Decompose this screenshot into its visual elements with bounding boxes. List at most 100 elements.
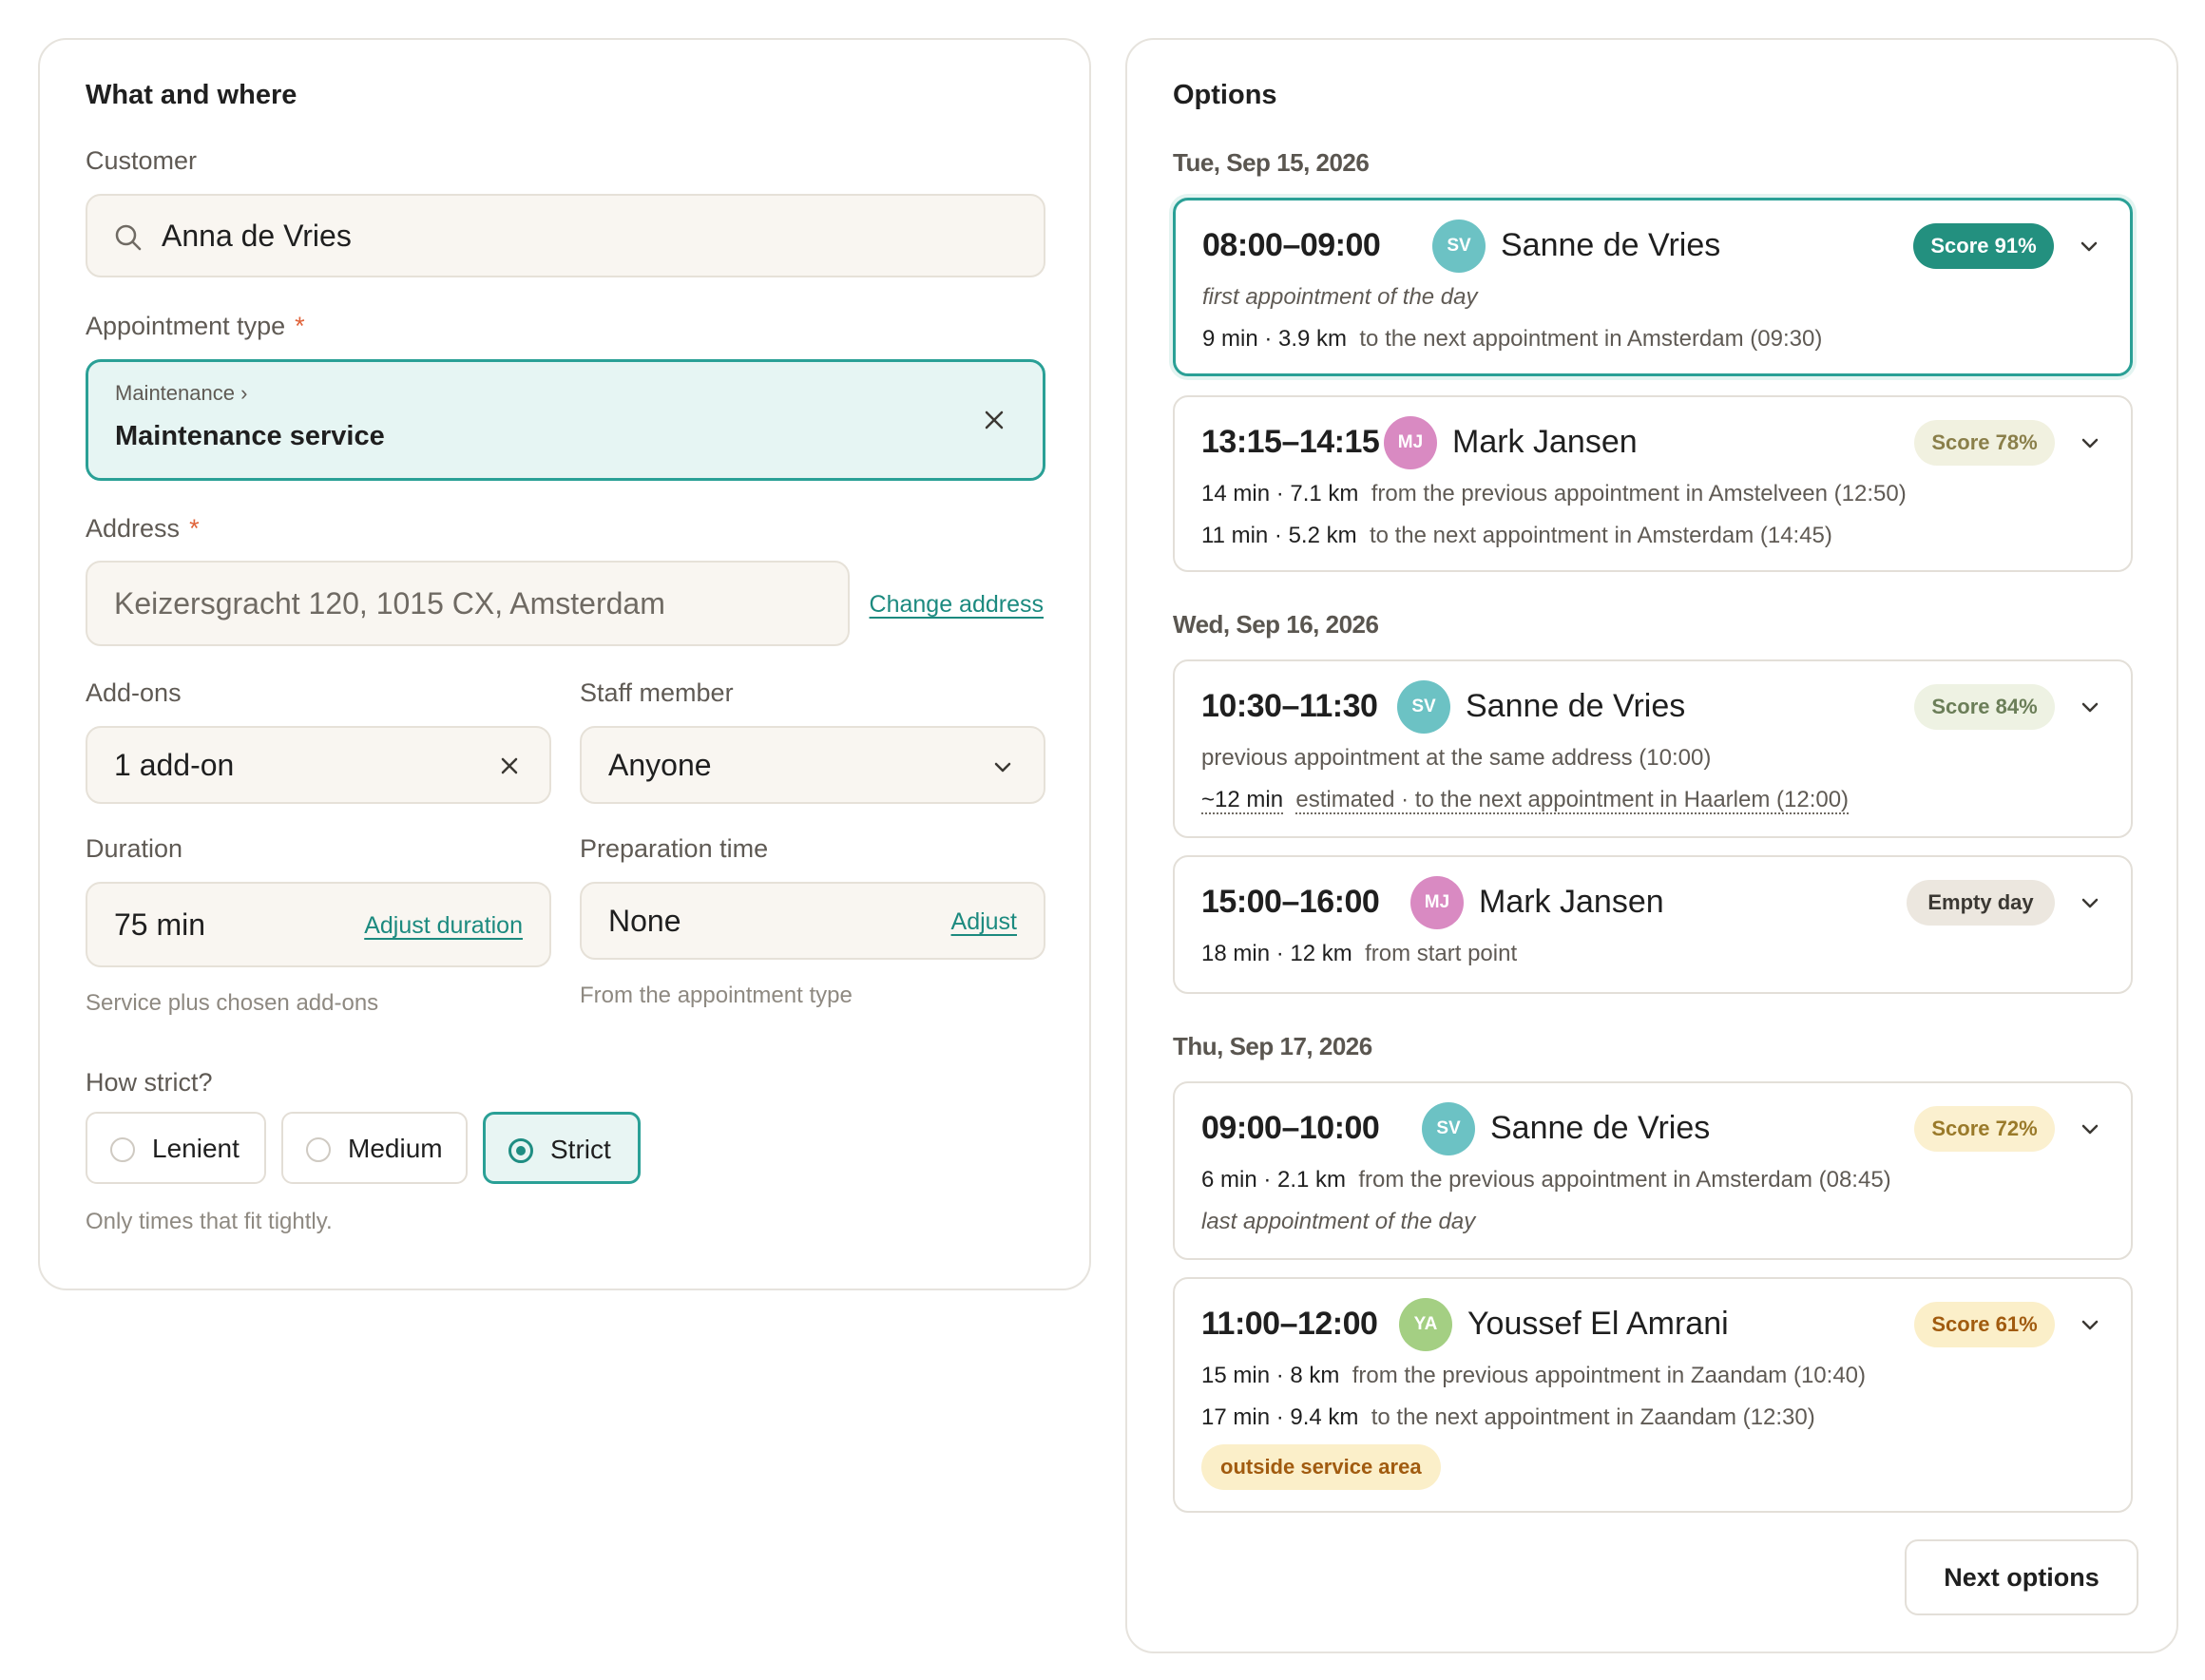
chevron-down-icon[interactable] (2078, 890, 2102, 915)
avatar: SV (1397, 680, 1450, 734)
radio-label: Medium (348, 1134, 443, 1163)
slot-card[interactable]: 11:00–12:00 YA Youssef El Amrani Score 6… (1173, 1277, 2133, 1513)
staff-member-select[interactable]: Anyone (580, 726, 1045, 804)
staff-name: Youssef El Amrani (1467, 1306, 1729, 1342)
avatar: MJ (1384, 416, 1437, 469)
staff-name: Sanne de Vries (1490, 1110, 1711, 1146)
travel-line: 9 min · 3.9 km to the next appointment i… (1202, 326, 1823, 352)
travel-line: 14 min · 7.1 km from the previous appoin… (1201, 481, 1907, 506)
change-address-link[interactable]: Change address (870, 591, 1044, 619)
staff-member-label: Staff member (580, 678, 734, 707)
strictness-label: How strict? (86, 1068, 213, 1097)
avatar: YA (1399, 1298, 1452, 1351)
staff-member-value: Anyone (608, 748, 712, 782)
radio-icon (306, 1137, 331, 1162)
slot-time: 10:30–11:30 (1201, 688, 1378, 724)
appointment-type-label: Appointment type * (86, 312, 305, 340)
panel-title: Options (1173, 80, 1277, 110)
travel-line: previous appointment at the same address… (1201, 745, 1712, 771)
strictness-option-strict[interactable]: Strict (483, 1112, 641, 1184)
address-value: Keizersgracht 120, 1015 CX, Amsterdam (114, 586, 665, 620)
travel-line: 6 min · 2.1 km from the previous appoint… (1201, 1167, 1891, 1193)
day-header: Wed, Sep 16, 2026 (1173, 610, 1379, 639)
avatar: SV (1432, 220, 1486, 273)
clear-icon[interactable] (500, 756, 519, 775)
staff-name: Sanne de Vries (1466, 688, 1686, 724)
travel-line: 17 min · 9.4 km to the next appointment … (1201, 1404, 1815, 1430)
address-input[interactable]: Keizersgracht 120, 1015 CX, Amsterdam (86, 561, 850, 646)
search-icon (115, 224, 142, 251)
customer-search-input[interactable]: Anna de Vries (86, 194, 1045, 277)
travel-line: 11 min · 5.2 km to the next appointment … (1201, 523, 1832, 548)
chevron-down-icon (994, 762, 1011, 773)
next-options-button[interactable]: Next options (1905, 1539, 2138, 1615)
slot-card[interactable]: 15:00–16:00 MJ Mark Jansen Empty day 18 … (1173, 855, 2133, 994)
staff-name: Sanne de Vries (1501, 227, 1721, 263)
address-label: Address * (86, 514, 200, 543)
avatar: SV (1422, 1102, 1475, 1155)
strictness-helper: Only times that fit tightly. (86, 1209, 333, 1234)
score-badge: Score 78% (1914, 420, 2055, 466)
slot-time: 13:15–14:15 (1201, 424, 1380, 460)
duration-label: Duration (86, 834, 183, 863)
addons-value: 1 add-on (114, 748, 235, 782)
score-badge: Score 61% (1914, 1302, 2055, 1347)
slot-note: first appointment of the day (1202, 284, 1478, 310)
duration-helper: Service plus chosen add-ons (86, 990, 379, 1016)
travel-line: 18 min · 12 km from start point (1201, 941, 1518, 966)
appointment-type-select[interactable]: Maintenance › Maintenance service (86, 359, 1045, 481)
duration-input[interactable]: 75 min Adjust duration (86, 882, 551, 967)
score-badge: Score 91% (1913, 223, 2054, 269)
adjust-preparation-link[interactable]: Adjust (951, 908, 1017, 936)
chevron-down-icon[interactable] (2078, 1312, 2102, 1337)
panel-title: What and where (86, 80, 297, 110)
preparation-time-label: Preparation time (580, 834, 769, 863)
appointment-type-breadcrumb: Maintenance › (115, 381, 248, 405)
preparation-time-input[interactable]: None Adjust (580, 882, 1045, 960)
score-badge: Score 84% (1914, 684, 2055, 730)
outside-area-badge: outside service area (1201, 1444, 1441, 1490)
strictness-option-medium[interactable]: Medium (281, 1112, 468, 1184)
travel-line-estimated: ~12 min estimated · to the next appointm… (1201, 787, 1850, 814)
radio-selected-icon (508, 1138, 533, 1163)
preparation-time-value: None (608, 904, 681, 938)
addons-label: Add-ons (86, 678, 182, 707)
slot-card[interactable]: 13:15–14:15 MJ Mark Jansen Score 78% 14 … (1173, 395, 2133, 572)
avatar: MJ (1410, 876, 1464, 929)
day-header: Thu, Sep 17, 2026 (1173, 1032, 1372, 1060)
slot-card[interactable]: 08:00–09:00 SV Sanne de Vries Score 91% … (1173, 198, 2133, 376)
strictness-option-lenient[interactable]: Lenient (86, 1112, 266, 1184)
chevron-down-icon[interactable] (2078, 1117, 2102, 1141)
required-marker: * (295, 312, 305, 340)
slot-time: 11:00–12:00 (1201, 1306, 1378, 1342)
customer-value: Anna de Vries (162, 219, 352, 253)
staff-name: Mark Jansen (1452, 424, 1638, 460)
customer-label: Customer (86, 146, 198, 175)
preparation-helper: From the appointment type (580, 983, 853, 1008)
staff-name: Mark Jansen (1479, 884, 1664, 920)
day-header: Tue, Sep 15, 2026 (1173, 148, 1370, 177)
slot-time: 15:00–16:00 (1201, 884, 1380, 920)
slot-time: 08:00–09:00 (1202, 227, 1381, 263)
adjust-duration-link[interactable]: Adjust duration (364, 912, 523, 940)
what-and-where-panel: What and where Customer Anna de Vries Ap… (38, 38, 1091, 1290)
radio-icon (110, 1137, 135, 1162)
required-marker: * (189, 514, 200, 543)
duration-value: 75 min (114, 907, 206, 942)
chevron-down-icon[interactable] (2078, 430, 2102, 455)
appointment-type-value: Maintenance service (115, 421, 385, 451)
clear-icon[interactable] (984, 410, 1005, 430)
score-badge: Score 72% (1914, 1106, 2055, 1152)
slot-card[interactable]: 10:30–11:30 SV Sanne de Vries Score 84% … (1173, 659, 2133, 838)
options-panel: Options Tue, Sep 15, 2026 08:00–09:00 SV… (1125, 38, 2178, 1653)
slot-time: 09:00–10:00 (1201, 1110, 1380, 1146)
radio-label: Lenient (152, 1134, 240, 1163)
chevron-down-icon[interactable] (2078, 695, 2102, 719)
slot-card[interactable]: 09:00–10:00 SV Sanne de Vries Score 72% … (1173, 1081, 2133, 1260)
empty-day-badge: Empty day (1907, 880, 2055, 926)
addons-select[interactable]: 1 add-on (86, 726, 551, 804)
travel-line: 15 min · 8 km from the previous appointm… (1201, 1363, 1867, 1388)
chevron-down-icon[interactable] (2077, 234, 2101, 258)
slot-note: last appointment of the day (1201, 1209, 1476, 1234)
radio-label: Strict (550, 1135, 611, 1164)
